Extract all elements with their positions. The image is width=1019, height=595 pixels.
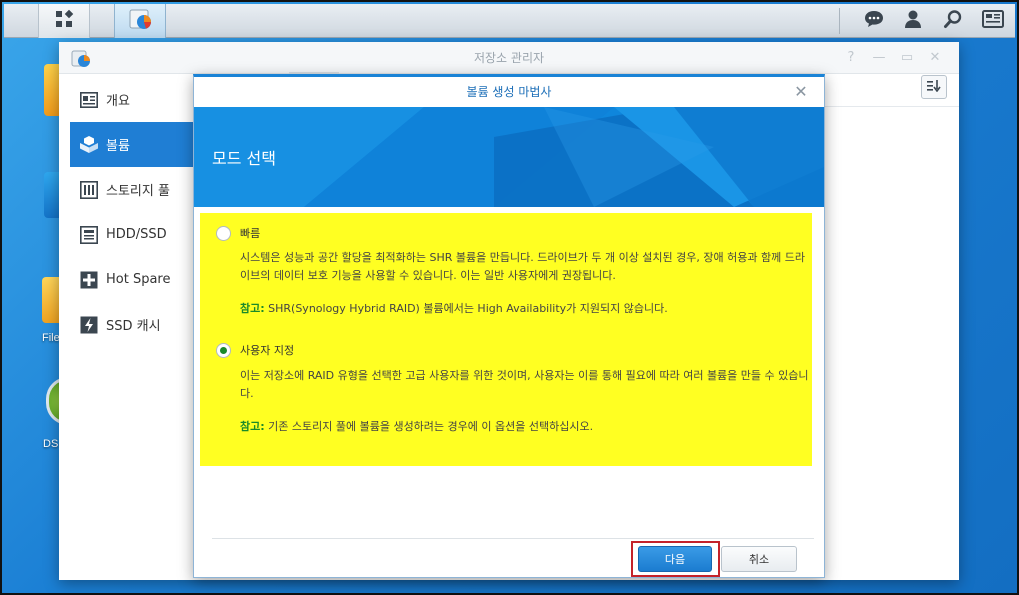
volume-icon [78,134,100,156]
option-note: 참고: SHR(Synology Hybrid RAID) 볼륨에서는 High… [240,300,810,316]
dialog-title: 볼륨 생성 마법사 [466,85,552,99]
widgets-icon [982,10,1004,32]
hdd-icon [78,224,100,246]
close-button[interactable]: ✕ [927,50,943,66]
sidebar-item-ssd-cache[interactable]: SSD 캐시 [70,302,193,347]
sidebar-item-label: 개요 [106,94,130,109]
user-button[interactable] [894,4,932,38]
overview-icon [78,89,100,111]
sidebar-item-overview[interactable]: 개요 [70,77,193,122]
maximize-button[interactable]: ▭ [899,50,915,66]
sidebar-item-label: 스토리지 풀 [106,184,170,199]
ssd-cache-icon [78,314,100,336]
sidebar-item-volume[interactable]: 볼륨 [70,122,193,167]
user-icon [903,9,923,33]
help-button[interactable]: ? [843,50,859,66]
footer-divider [212,538,814,539]
option-note: 참고: 기존 스토리지 풀에 볼륨을 생성하려는 경우에 이 옵션을 선택하십시… [240,418,810,434]
window-title: 저장소 관리자 [473,51,545,65]
search-button[interactable] [934,4,972,38]
chat-icon [864,9,884,33]
sidebar: 개요 볼륨 스토리지 풀 HDD/SSD Hot Spare SSD 캐시 [59,74,193,580]
cancel-button[interactable]: 취소 [721,546,797,572]
desktop-label: DS [43,438,59,450]
option-label: 빠름 [240,227,261,240]
note-text: SHR(Synology Hybrid RAID) 볼륨에서는 High Ava… [264,302,668,315]
option-description: 이는 저장소에 RAID 유형을 선택한 고급 사용자를 위한 것이며, 사용자… [240,369,809,400]
options-highlight: 빠름 시스템은 성능과 공간 할당을 최적화하는 SHR 볼륨을 만듭니다. 드… [200,213,812,466]
widgets-button[interactable] [974,4,1012,38]
radio-fast[interactable] [216,225,231,241]
volume-wizard-dialog: 볼륨 생성 마법사 ✕ 모드 선택 빠름 시스템은 성능과 공간 할당을 최적화… [193,74,825,578]
radio-custom[interactable] [216,342,231,358]
sort-button[interactable] [921,75,947,99]
sidebar-item-hot-spare[interactable]: Hot Spare [70,257,193,302]
banner-title: 모드 선택 [212,149,276,168]
storage-pool-icon [78,179,100,201]
taskbar-storage-manager[interactable] [114,4,166,38]
sort-icon [927,79,941,95]
option-label: 사용자 지정 [240,344,295,357]
hot-spare-icon [78,269,100,291]
minimize-button[interactable]: — [871,50,887,66]
desktop: File DS 저장소 관리자 ? — ▭ ✕ 개요 볼륨 스토리지 풀 HDD… [0,0,1019,595]
sidebar-item-storage-pool[interactable]: 스토리지 풀 [70,167,193,212]
sidebar-item-label: 볼륨 [106,139,130,154]
main-menu-button[interactable] [38,4,90,38]
grid-icon [54,9,74,33]
search-icon [943,9,963,33]
desktop-label: File [42,332,60,344]
window-app-icon [71,49,91,69]
note-label: 참고: [240,302,265,315]
sidebar-item-label: SSD 캐시 [106,319,161,334]
storage-manager-icon [127,6,153,36]
sidebar-item-label: Hot Spare [106,272,171,287]
sidebar-item-hdd-ssd[interactable]: HDD/SSD [70,212,193,257]
taskbar-separator [839,8,840,34]
banner-pattern [194,107,824,207]
taskbar [4,4,1015,38]
note-text: 기존 스토리지 풀에 볼륨을 생성하려는 경우에 이 옵션을 선택하십시오. [264,420,594,433]
close-icon: ✕ [794,82,808,101]
window-titlebar[interactable]: 저장소 관리자 [59,42,959,74]
option-fast[interactable]: 빠름 [216,225,260,241]
note-label: 참고: [240,420,265,433]
chat-button[interactable] [855,4,893,38]
dialog-close-button[interactable]: ✕ [792,83,810,101]
option-custom[interactable]: 사용자 지정 [216,342,294,358]
sidebar-item-label: HDD/SSD [106,227,167,242]
option-description: 시스템은 성능과 공간 할당을 최적화하는 SHR 볼륨을 만듭니다. 드라이브… [240,251,805,282]
wizard-banner: 모드 선택 [194,107,824,207]
next-button[interactable]: 다음 [638,546,712,572]
